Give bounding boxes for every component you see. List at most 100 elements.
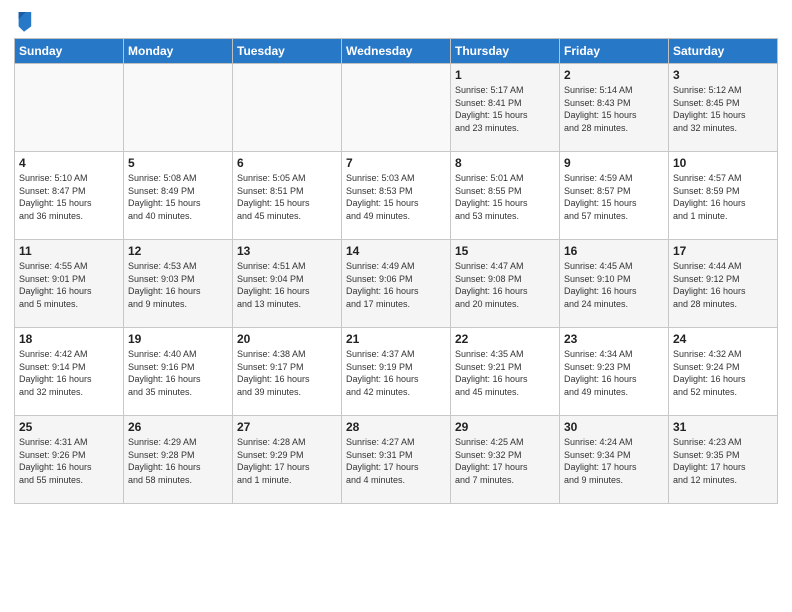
day-number: 18 (19, 331, 119, 347)
day-number: 26 (128, 419, 228, 435)
calendar-cell: 5Sunrise: 5:08 AM Sunset: 8:49 PM Daylig… (124, 152, 233, 240)
day-number: 6 (237, 155, 337, 171)
day-number: 8 (455, 155, 555, 171)
day-number: 27 (237, 419, 337, 435)
day-detail: Sunrise: 4:27 AM Sunset: 9:31 PM Dayligh… (346, 436, 446, 486)
calendar-cell: 26Sunrise: 4:29 AM Sunset: 9:28 PM Dayli… (124, 416, 233, 504)
day-number: 22 (455, 331, 555, 347)
calendar-cell: 3Sunrise: 5:12 AM Sunset: 8:45 PM Daylig… (669, 64, 778, 152)
day-number: 1 (455, 67, 555, 83)
calendar-cell (124, 64, 233, 152)
day-number: 25 (19, 419, 119, 435)
day-detail: Sunrise: 5:05 AM Sunset: 8:51 PM Dayligh… (237, 172, 337, 222)
calendar-cell: 15Sunrise: 4:47 AM Sunset: 9:08 PM Dayli… (451, 240, 560, 328)
day-number: 12 (128, 243, 228, 259)
calendar-cell: 14Sunrise: 4:49 AM Sunset: 9:06 PM Dayli… (342, 240, 451, 328)
calendar-cell: 7Sunrise: 5:03 AM Sunset: 8:53 PM Daylig… (342, 152, 451, 240)
calendar-cell: 11Sunrise: 4:55 AM Sunset: 9:01 PM Dayli… (15, 240, 124, 328)
day-number: 28 (346, 419, 446, 435)
day-detail: Sunrise: 4:44 AM Sunset: 9:12 PM Dayligh… (673, 260, 773, 310)
calendar: SundayMondayTuesdayWednesdayThursdayFrid… (14, 38, 778, 504)
calendar-cell: 18Sunrise: 4:42 AM Sunset: 9:14 PM Dayli… (15, 328, 124, 416)
calendar-cell: 28Sunrise: 4:27 AM Sunset: 9:31 PM Dayli… (342, 416, 451, 504)
calendar-cell: 4Sunrise: 5:10 AM Sunset: 8:47 PM Daylig… (15, 152, 124, 240)
day-detail: Sunrise: 5:12 AM Sunset: 8:45 PM Dayligh… (673, 84, 773, 134)
day-detail: Sunrise: 4:34 AM Sunset: 9:23 PM Dayligh… (564, 348, 664, 398)
calendar-cell: 9Sunrise: 4:59 AM Sunset: 8:57 PM Daylig… (560, 152, 669, 240)
calendar-cell: 25Sunrise: 4:31 AM Sunset: 9:26 PM Dayli… (15, 416, 124, 504)
day-detail: Sunrise: 4:45 AM Sunset: 9:10 PM Dayligh… (564, 260, 664, 310)
day-detail: Sunrise: 4:35 AM Sunset: 9:21 PM Dayligh… (455, 348, 555, 398)
calendar-body: 1Sunrise: 5:17 AM Sunset: 8:41 PM Daylig… (15, 64, 778, 504)
calendar-cell (342, 64, 451, 152)
day-detail: Sunrise: 5:10 AM Sunset: 8:47 PM Dayligh… (19, 172, 119, 222)
calendar-cell: 30Sunrise: 4:24 AM Sunset: 9:34 PM Dayli… (560, 416, 669, 504)
day-detail: Sunrise: 4:51 AM Sunset: 9:04 PM Dayligh… (237, 260, 337, 310)
day-number: 5 (128, 155, 228, 171)
day-number: 7 (346, 155, 446, 171)
day-detail: Sunrise: 4:40 AM Sunset: 9:16 PM Dayligh… (128, 348, 228, 398)
calendar-cell: 29Sunrise: 4:25 AM Sunset: 9:32 PM Dayli… (451, 416, 560, 504)
weekday-header-tuesday: Tuesday (233, 39, 342, 64)
day-number: 21 (346, 331, 446, 347)
calendar-cell (15, 64, 124, 152)
calendar-cell: 17Sunrise: 4:44 AM Sunset: 9:12 PM Dayli… (669, 240, 778, 328)
calendar-cell: 2Sunrise: 5:14 AM Sunset: 8:43 PM Daylig… (560, 64, 669, 152)
weekday-header-monday: Monday (124, 39, 233, 64)
weekday-header-saturday: Saturday (669, 39, 778, 64)
day-detail: Sunrise: 4:55 AM Sunset: 9:01 PM Dayligh… (19, 260, 119, 310)
calendar-cell: 21Sunrise: 4:37 AM Sunset: 9:19 PM Dayli… (342, 328, 451, 416)
page: SundayMondayTuesdayWednesdayThursdayFrid… (0, 0, 792, 612)
day-detail: Sunrise: 4:24 AM Sunset: 9:34 PM Dayligh… (564, 436, 664, 486)
day-number: 2 (564, 67, 664, 83)
calendar-cell: 24Sunrise: 4:32 AM Sunset: 9:24 PM Dayli… (669, 328, 778, 416)
calendar-cell: 16Sunrise: 4:45 AM Sunset: 9:10 PM Dayli… (560, 240, 669, 328)
calendar-cell: 20Sunrise: 4:38 AM Sunset: 9:17 PM Dayli… (233, 328, 342, 416)
calendar-cell: 10Sunrise: 4:57 AM Sunset: 8:59 PM Dayli… (669, 152, 778, 240)
header (14, 10, 778, 32)
day-detail: Sunrise: 4:59 AM Sunset: 8:57 PM Dayligh… (564, 172, 664, 222)
day-detail: Sunrise: 5:01 AM Sunset: 8:55 PM Dayligh… (455, 172, 555, 222)
weekday-header-wednesday: Wednesday (342, 39, 451, 64)
day-detail: Sunrise: 5:14 AM Sunset: 8:43 PM Dayligh… (564, 84, 664, 134)
day-number: 13 (237, 243, 337, 259)
day-number: 11 (19, 243, 119, 259)
day-detail: Sunrise: 5:08 AM Sunset: 8:49 PM Dayligh… (128, 172, 228, 222)
day-number: 23 (564, 331, 664, 347)
day-number: 31 (673, 419, 773, 435)
day-detail: Sunrise: 4:53 AM Sunset: 9:03 PM Dayligh… (128, 260, 228, 310)
week-row-0: 1Sunrise: 5:17 AM Sunset: 8:41 PM Daylig… (15, 64, 778, 152)
calendar-cell: 13Sunrise: 4:51 AM Sunset: 9:04 PM Dayli… (233, 240, 342, 328)
logo-icon (15, 10, 33, 32)
day-number: 30 (564, 419, 664, 435)
weekday-header-friday: Friday (560, 39, 669, 64)
day-detail: Sunrise: 5:17 AM Sunset: 8:41 PM Dayligh… (455, 84, 555, 134)
weekday-row: SundayMondayTuesdayWednesdayThursdayFrid… (15, 39, 778, 64)
week-row-2: 11Sunrise: 4:55 AM Sunset: 9:01 PM Dayli… (15, 240, 778, 328)
day-detail: Sunrise: 4:47 AM Sunset: 9:08 PM Dayligh… (455, 260, 555, 310)
day-detail: Sunrise: 4:38 AM Sunset: 9:17 PM Dayligh… (237, 348, 337, 398)
day-detail: Sunrise: 4:42 AM Sunset: 9:14 PM Dayligh… (19, 348, 119, 398)
day-number: 3 (673, 67, 773, 83)
calendar-cell: 8Sunrise: 5:01 AM Sunset: 8:55 PM Daylig… (451, 152, 560, 240)
day-number: 10 (673, 155, 773, 171)
calendar-cell: 27Sunrise: 4:28 AM Sunset: 9:29 PM Dayli… (233, 416, 342, 504)
day-detail: Sunrise: 4:31 AM Sunset: 9:26 PM Dayligh… (19, 436, 119, 486)
day-number: 19 (128, 331, 228, 347)
day-detail: Sunrise: 4:28 AM Sunset: 9:29 PM Dayligh… (237, 436, 337, 486)
week-row-3: 18Sunrise: 4:42 AM Sunset: 9:14 PM Dayli… (15, 328, 778, 416)
day-detail: Sunrise: 4:49 AM Sunset: 9:06 PM Dayligh… (346, 260, 446, 310)
day-detail: Sunrise: 4:25 AM Sunset: 9:32 PM Dayligh… (455, 436, 555, 486)
day-detail: Sunrise: 4:32 AM Sunset: 9:24 PM Dayligh… (673, 348, 773, 398)
day-number: 17 (673, 243, 773, 259)
calendar-cell: 22Sunrise: 4:35 AM Sunset: 9:21 PM Dayli… (451, 328, 560, 416)
calendar-cell: 1Sunrise: 5:17 AM Sunset: 8:41 PM Daylig… (451, 64, 560, 152)
weekday-header-thursday: Thursday (451, 39, 560, 64)
day-number: 9 (564, 155, 664, 171)
day-detail: Sunrise: 4:37 AM Sunset: 9:19 PM Dayligh… (346, 348, 446, 398)
calendar-cell (233, 64, 342, 152)
day-number: 15 (455, 243, 555, 259)
day-number: 20 (237, 331, 337, 347)
calendar-cell: 12Sunrise: 4:53 AM Sunset: 9:03 PM Dayli… (124, 240, 233, 328)
day-detail: Sunrise: 4:23 AM Sunset: 9:35 PM Dayligh… (673, 436, 773, 486)
